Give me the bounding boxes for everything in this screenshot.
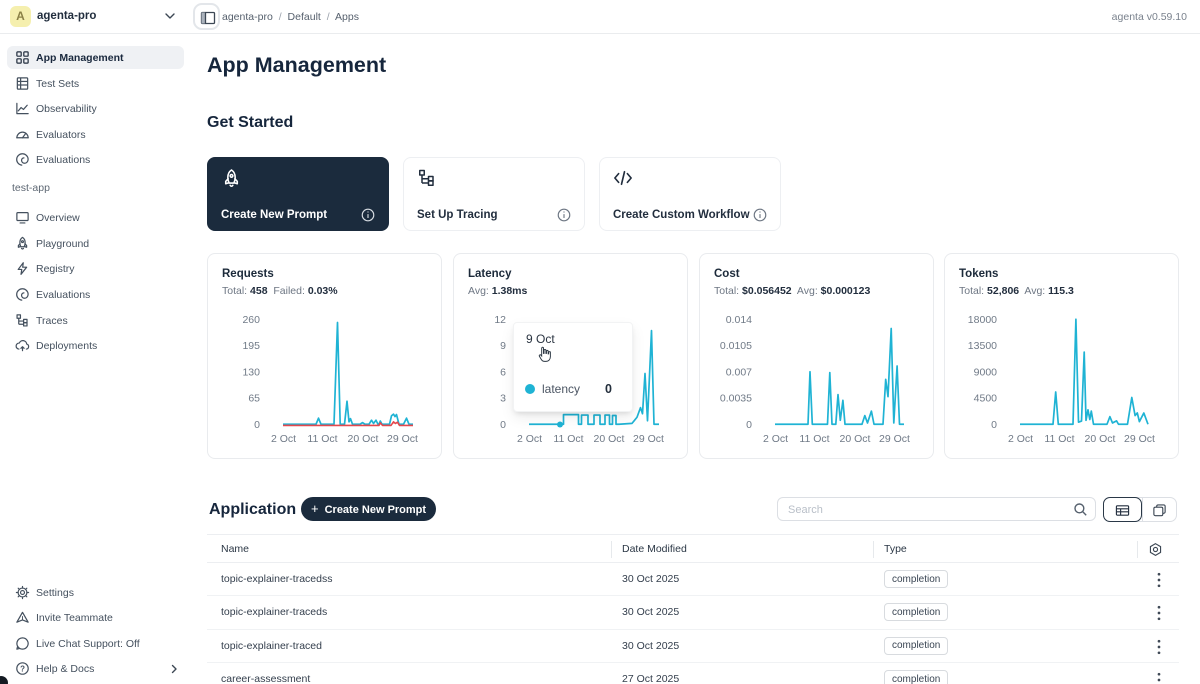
svg-text:2 Oct: 2 Oct [517, 433, 542, 445]
svg-text:18000: 18000 [968, 314, 997, 326]
svg-text:2 Oct: 2 Oct [763, 433, 788, 445]
svg-text:29 Oct: 29 Oct [1124, 433, 1155, 445]
svg-text:29 Oct: 29 Oct [879, 433, 910, 445]
svg-text:3: 3 [500, 393, 506, 405]
svg-text:0: 0 [500, 419, 506, 431]
svg-text:0.007: 0.007 [726, 366, 752, 378]
svg-text:6: 6 [500, 366, 506, 378]
svg-text:11 Oct: 11 Oct [1044, 433, 1074, 445]
svg-text:11 Oct: 11 Oct [553, 433, 583, 445]
svg-text:9: 9 [500, 340, 506, 352]
svg-text:20 Oct: 20 Oct [1085, 433, 1116, 445]
svg-text:2 Oct: 2 Oct [271, 433, 296, 445]
svg-text:20 Oct: 20 Oct [840, 433, 871, 445]
svg-text:65: 65 [248, 393, 260, 405]
svg-text:29 Oct: 29 Oct [387, 433, 418, 445]
svg-text:0: 0 [254, 419, 260, 431]
svg-text:2 Oct: 2 Oct [1008, 433, 1033, 445]
svg-text:4500: 4500 [974, 393, 998, 405]
svg-text:9000: 9000 [974, 366, 998, 378]
svg-text:0.014: 0.014 [726, 314, 752, 326]
svg-text:130: 130 [242, 366, 260, 378]
svg-text:29 Oct: 29 Oct [633, 433, 664, 445]
svg-text:20 Oct: 20 Oct [594, 433, 625, 445]
svg-text:13500: 13500 [968, 340, 997, 352]
svg-text:0: 0 [746, 419, 752, 431]
svg-text:0.0035: 0.0035 [720, 393, 752, 405]
svg-text:195: 195 [242, 340, 260, 352]
svg-text:0.0105: 0.0105 [720, 340, 752, 352]
svg-text:260: 260 [242, 314, 260, 326]
svg-text:20 Oct: 20 Oct [348, 433, 379, 445]
svg-text:11 Oct: 11 Oct [799, 433, 829, 445]
svg-text:11 Oct: 11 Oct [307, 433, 337, 445]
svg-text:12: 12 [494, 314, 506, 326]
svg-text:?: ? [20, 664, 25, 673]
svg-text:0: 0 [991, 419, 997, 431]
